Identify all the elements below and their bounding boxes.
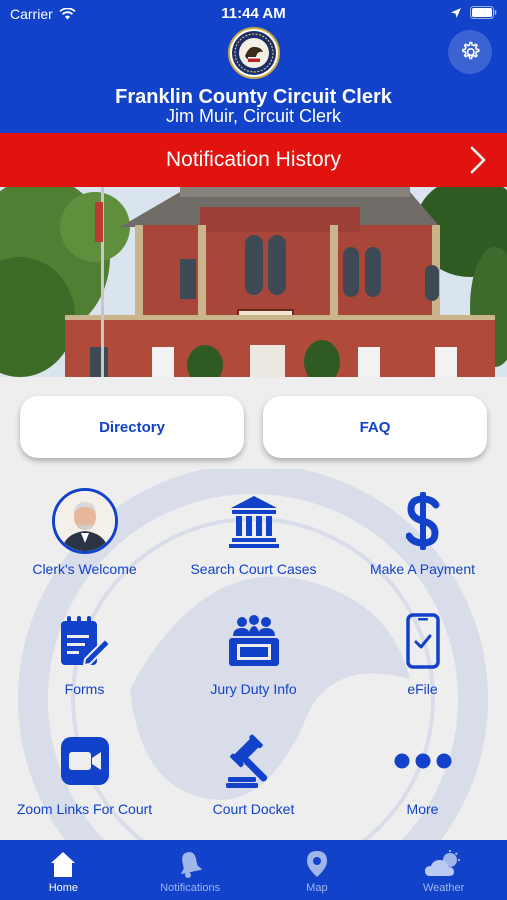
- zoom-links-tile[interactable]: Zoom Links For Court: [0, 725, 169, 817]
- courthouse-image: Franklin County Courthouse: [0, 187, 507, 377]
- seal-icon: [232, 31, 276, 75]
- location-arrow-icon: [451, 7, 461, 18]
- tab-home[interactable]: Home: [0, 840, 127, 900]
- map-pin-icon: [306, 851, 327, 877]
- jury-duty-info-tile[interactable]: Jury Duty Info: [169, 605, 338, 697]
- make-a-payment-icon-wrap: [338, 485, 507, 557]
- clock: 11:44 AM: [221, 5, 286, 22]
- weather-icon: [424, 850, 460, 876]
- courthouse-photo: Franklin County Courthouse: [0, 187, 507, 377]
- search-court-cases-tile[interactable]: Search Court Cases: [169, 485, 338, 577]
- directory-label: Directory: [99, 418, 165, 436]
- forms-tile[interactable]: Forms: [0, 605, 169, 697]
- avatar: [51, 488, 118, 554]
- court-docket-icon-wrap: [169, 725, 338, 797]
- grid-label: Court Docket: [212, 801, 295, 817]
- home-icon: [51, 852, 76, 877]
- app-subtitle: Jim Muir, Circuit Clerk: [165, 106, 341, 126]
- home-content: Directory FAQ Clerk's Welcome Search Cou…: [0, 377, 507, 840]
- chevron-right-icon: [470, 146, 486, 174]
- dollar-icon: [405, 492, 439, 550]
- grid-label: Forms: [64, 681, 105, 697]
- clerk-avatar-icon: [54, 491, 115, 551]
- grid-label: Jury Duty Info: [210, 681, 297, 697]
- battery-icon: [470, 6, 497, 19]
- jury-icon: [228, 615, 279, 666]
- search-court-cases-icon-wrap: [169, 485, 338, 557]
- tab-label: Notifications: [160, 882, 221, 894]
- courthouse-icon: [228, 496, 279, 548]
- grid-label: Search Court Cases: [190, 561, 317, 577]
- forms-icon: [60, 616, 111, 667]
- grid-label: Make A Payment: [369, 561, 476, 577]
- header: Carrier 11:44 AM Franklin County Circuit…: [0, 0, 507, 133]
- tab-bar: Home Notifications Map Weather: [0, 840, 507, 900]
- notification-history-label: Notification History: [165, 148, 342, 171]
- efile-tile[interactable]: eFile: [338, 605, 507, 697]
- clerks-welcome-tile[interactable]: Clerk's Welcome: [0, 485, 169, 577]
- status-right: [450, 6, 497, 19]
- forms-icon-wrap: [0, 605, 169, 677]
- clerks-welcome-icon-wrap: [0, 485, 169, 557]
- notification-history-banner[interactable]: Notification History: [0, 133, 507, 187]
- gear-icon: [462, 41, 480, 60]
- jury-duty-info-icon-wrap: [169, 605, 338, 677]
- settings-button[interactable]: [448, 30, 492, 74]
- court-docket-tile[interactable]: Court Docket: [169, 725, 338, 817]
- faq-button[interactable]: FAQ: [263, 396, 487, 458]
- faq-label: FAQ: [359, 418, 391, 436]
- phone-check-icon: [405, 613, 440, 669]
- efile-icon-wrap: [338, 605, 507, 677]
- tab-map[interactable]: Map: [254, 840, 381, 900]
- make-a-payment-tile[interactable]: Make A Payment: [338, 485, 507, 577]
- gavel-icon: [225, 734, 267, 788]
- grid-label: Zoom Links For Court: [16, 801, 153, 817]
- bell-icon: [181, 852, 203, 878]
- zoom-links-icon-wrap: [0, 725, 169, 797]
- tab-weather[interactable]: Weather: [380, 840, 507, 900]
- status-bar: Carrier 11:44 AM: [0, 5, 507, 22]
- tab-label: Weather: [422, 882, 465, 894]
- more-icon-wrap: [338, 725, 507, 797]
- more-tile[interactable]: More: [338, 725, 507, 817]
- more-icon: [394, 753, 451, 769]
- video-icon: [60, 737, 109, 785]
- tab-notifications[interactable]: Notifications: [127, 840, 254, 900]
- county-seal-logo: [228, 27, 280, 79]
- tab-label: Home: [48, 882, 79, 894]
- grid-label: Clerk's Welcome: [32, 561, 137, 577]
- tab-label: Map: [306, 882, 328, 894]
- grid-label: More: [406, 801, 439, 817]
- grid-label: eFile: [407, 681, 438, 697]
- directory-button[interactable]: Directory: [20, 396, 244, 458]
- app-screen: Carrier 11:44 AM Franklin County Circuit…: [0, 0, 507, 900]
